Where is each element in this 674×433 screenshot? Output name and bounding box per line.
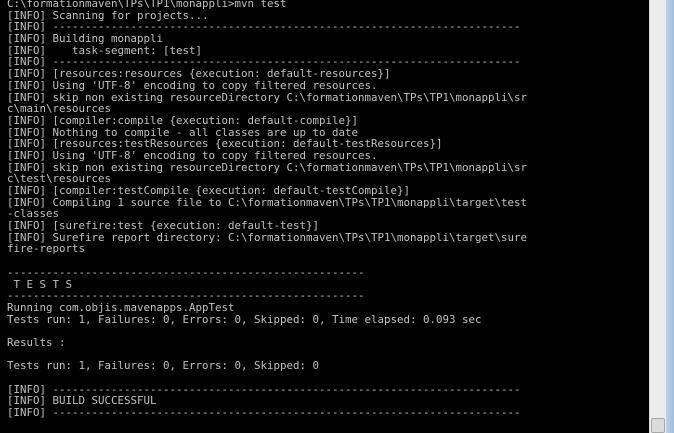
window-frame-edge <box>666 0 674 433</box>
console-line: fire-reports <box>7 243 86 256</box>
console-line: T E S T S <box>7 278 73 291</box>
console-line: [INFO] [surefire:test {execution: defaul… <box>7 220 320 232</box>
console-line: [INFO] [compiler:compile {execution: def… <box>7 114 359 127</box>
vertical-scrollbar[interactable] <box>649 0 666 433</box>
console-line: [INFO] Compiling 1 source file to C:\for… <box>7 196 528 209</box>
console-line: ----------------------------------------… <box>7 290 365 302</box>
console-line: [INFO] Using 'UTF-8' encoding to copy fi… <box>7 79 378 92</box>
console-line: [INFO] ---------------------------------… <box>7 383 521 396</box>
console-line: [INFO] task-segment: [test] <box>7 44 203 57</box>
console-line: [INFO] [resources:resources {execution: … <box>7 68 391 80</box>
console-line: [INFO] [resources:testResources {executi… <box>7 138 443 150</box>
console-line: Running com.objis.mavenapps.AppTest <box>7 301 235 314</box>
console-window[interactable]: C:\formationmaven\TPs\TP1\monappli>mvn t… <box>0 0 674 433</box>
console-line: [INFO] BUILD SUCCESSFUL <box>7 395 157 408</box>
console-line: Tests run: 1, Failures: 0, Errors: 0, Sk… <box>7 313 482 326</box>
console-line: ----------------------------------------… <box>7 266 365 279</box>
console-output: C:\formationmaven\TPs\TP1\monappli>mvn t… <box>7 0 647 419</box>
console-line: [INFO] ---------------------------------… <box>7 407 521 419</box>
console-line: c\main\resources <box>7 103 112 115</box>
console-line: [INFO] Surefire report directory: C:\for… <box>7 231 528 244</box>
console-line: [INFO] ---------------------------------… <box>7 21 521 34</box>
console-line: c\test\resources <box>7 173 112 185</box>
console-line: C:\formationmaven\TPs\TP1\monappli>mvn t… <box>7 0 287 10</box>
console-line: -classes <box>7 208 60 221</box>
console-line: [INFO] [compiler:testCompile {execution:… <box>7 185 411 197</box>
console-line: [INFO] skip non existing resourceDirecto… <box>7 91 528 104</box>
console-line: [INFO] Using 'UTF-8' encoding to copy fi… <box>7 149 378 162</box>
console-line: Results : <box>7 336 66 349</box>
console-line: [INFO] skip non existing resourceDirecto… <box>7 161 528 174</box>
console-line: Tests run: 1, Failures: 0, Errors: 0, Sk… <box>7 360 320 372</box>
console-line: [INFO] ---------------------------------… <box>7 56 521 69</box>
console-line: [INFO] Scanning for projects... <box>7 9 209 22</box>
scrollbar-thumb[interactable] <box>651 418 665 433</box>
console-line: [INFO] Nothing to compile - all classes … <box>7 126 359 139</box>
console-line: [INFO] Building monappli <box>7 33 164 45</box>
